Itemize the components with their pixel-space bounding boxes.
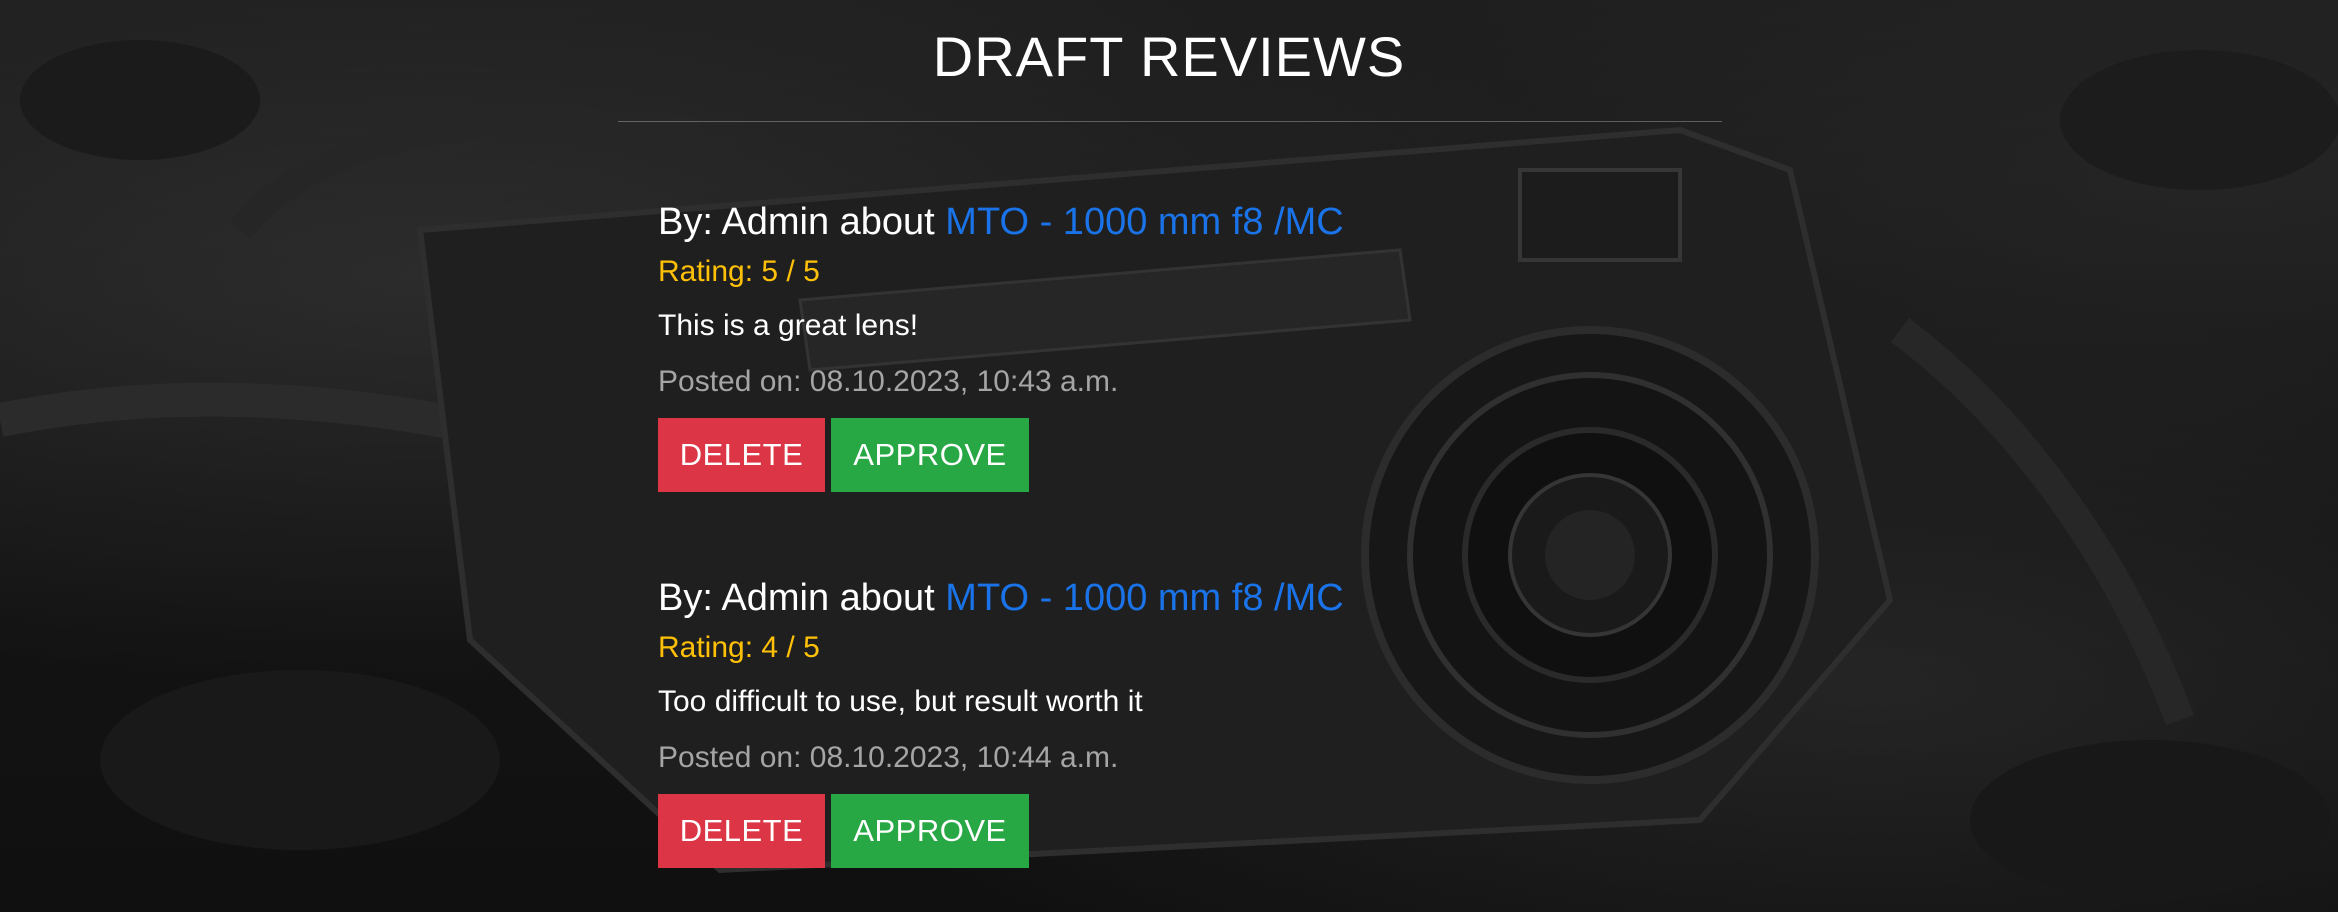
review-byline: By: Admin about MTO - 1000 mm f8 /MC — [658, 196, 1758, 248]
approve-button[interactable]: APPROVE — [831, 794, 1029, 868]
review-text: Too difficult to use, but result worth i… — [658, 685, 1143, 718]
review-rating: Rating: 5 / 5 — [658, 255, 820, 288]
review-author-prefix: By: Admin about — [658, 201, 946, 243]
review-author-prefix: By: Admin about — [658, 577, 946, 619]
review-card: By: Admin about MTO - 1000 mm f8 /MC Rat… — [658, 196, 1758, 492]
review-rating: Rating: 4 / 5 — [658, 631, 820, 664]
review-posted-date: Posted on: 08.10.2023, 10:44 a.m. — [658, 741, 1119, 774]
review-byline: By: Admin about MTO - 1000 mm f8 /MC — [658, 572, 1758, 624]
review-actions: DELETE APPROVE — [658, 794, 1758, 868]
content-overlay: DRAFT REVIEWS By: Admin about MTO - 1000… — [0, 0, 2338, 912]
approve-button[interactable]: APPROVE — [831, 418, 1029, 492]
delete-button[interactable]: DELETE — [658, 418, 825, 492]
review-product-link[interactable]: MTO - 1000 mm f8 /MC — [945, 577, 1343, 619]
review-card: By: Admin about MTO - 1000 mm f8 /MC Rat… — [658, 572, 1758, 868]
review-actions: DELETE APPROVE — [658, 418, 1758, 492]
review-product-link[interactable]: MTO - 1000 mm f8 /MC — [945, 201, 1343, 243]
delete-button[interactable]: DELETE — [658, 794, 825, 868]
title-divider — [618, 121, 1722, 122]
review-text: This is a great lens! — [658, 309, 919, 342]
page-title: DRAFT REVIEWS — [932, 25, 1406, 88]
draft-reviews-page: DRAFT REVIEWS By: Admin about MTO - 1000… — [0, 0, 2338, 912]
review-posted-date: Posted on: 08.10.2023, 10:43 a.m. — [658, 365, 1119, 398]
